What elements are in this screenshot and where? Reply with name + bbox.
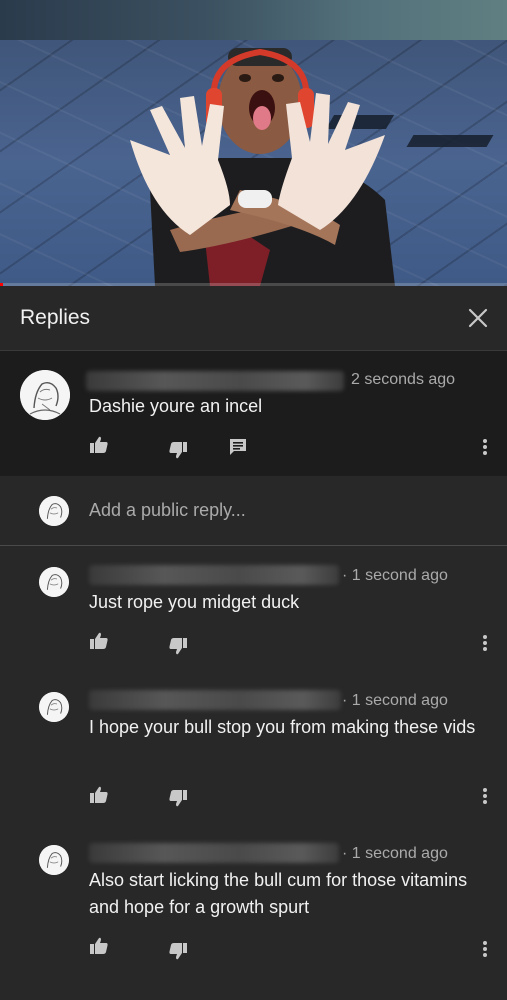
like-button[interactable] (84, 626, 114, 656)
more-vert-icon (483, 941, 487, 957)
reply-icon (230, 439, 246, 455)
like-button[interactable] (84, 931, 114, 961)
avatar-sketch-icon (39, 496, 69, 526)
dislike-icon (169, 638, 187, 655)
dislike-button[interactable] (163, 936, 193, 966)
dislike-button[interactable] (163, 435, 193, 465)
dislike-icon (169, 442, 187, 459)
reply-text: I hope your bull stop you from making th… (89, 717, 476, 737)
dislike-button[interactable] (163, 783, 193, 813)
author-name-redacted (86, 371, 344, 391)
video-player[interactable] (0, 0, 507, 286)
more-vert-icon (483, 439, 487, 455)
add-reply-input[interactable] (89, 500, 479, 521)
avatar[interactable] (20, 370, 70, 420)
avatar[interactable] (39, 845, 69, 875)
reply-timestamp: · 1 second ago (342, 567, 448, 584)
avatar[interactable] (39, 567, 69, 597)
avatar-sketch-icon (20, 370, 70, 420)
more-options-button[interactable] (473, 934, 497, 964)
like-button[interactable] (84, 430, 114, 460)
close-button[interactable] (463, 303, 493, 333)
more-options-button[interactable] (473, 628, 497, 658)
like-icon (90, 937, 108, 954)
reply-item: · 1 second ago I hope your bull stop you… (0, 672, 507, 822)
author-name-redacted (89, 565, 339, 585)
like-icon (90, 786, 108, 803)
reply-button[interactable] (223, 432, 253, 462)
reply-timestamp-text: 1 second ago (351, 845, 448, 862)
more-options-button[interactable] (473, 781, 497, 811)
reply-timestamp-text: 1 second ago (351, 567, 448, 584)
author-name-redacted (89, 690, 341, 710)
video-person-figure (130, 48, 395, 286)
reply-text: Also start licking the bull cum for thos… (89, 870, 468, 917)
like-icon (90, 632, 108, 649)
video-floor-tile (406, 135, 494, 147)
add-reply-row (0, 476, 507, 546)
reply-timestamp-text: 1 second ago (351, 692, 448, 709)
more-vert-icon (483, 635, 487, 651)
avatar-sketch-icon (39, 845, 69, 875)
reply-item: · 1 second ago Also start licking the bu… (0, 825, 507, 985)
comment-timestamp: 2 seconds ago (351, 371, 456, 388)
avatar[interactable] (39, 692, 69, 722)
more-vert-icon (483, 788, 487, 804)
reply-timestamp: · 1 second ago (342, 692, 448, 709)
avatar-sketch-icon (39, 567, 69, 597)
dislike-button[interactable] (163, 631, 193, 661)
replies-title: Replies (20, 306, 91, 329)
reply-text: Just rope you midget duck (89, 592, 300, 612)
replies-header: Replies (0, 286, 507, 351)
like-icon (90, 436, 108, 453)
dislike-icon (169, 943, 187, 960)
author-name-redacted (89, 843, 339, 863)
more-options-button[interactable] (473, 432, 497, 462)
comment-text: Dashie youre an incel (89, 396, 263, 416)
close-icon (468, 308, 488, 328)
video-background-wall (0, 0, 507, 40)
reply-item: · 1 second ago Just rope you midget duck (0, 547, 507, 667)
avatar-sketch-icon (39, 692, 69, 722)
reply-timestamp: · 1 second ago (342, 845, 448, 862)
dislike-icon (169, 790, 187, 807)
avatar (39, 496, 69, 526)
main-comment: 2 seconds ago Dashie youre an incel (0, 351, 507, 476)
like-button[interactable] (84, 780, 114, 810)
